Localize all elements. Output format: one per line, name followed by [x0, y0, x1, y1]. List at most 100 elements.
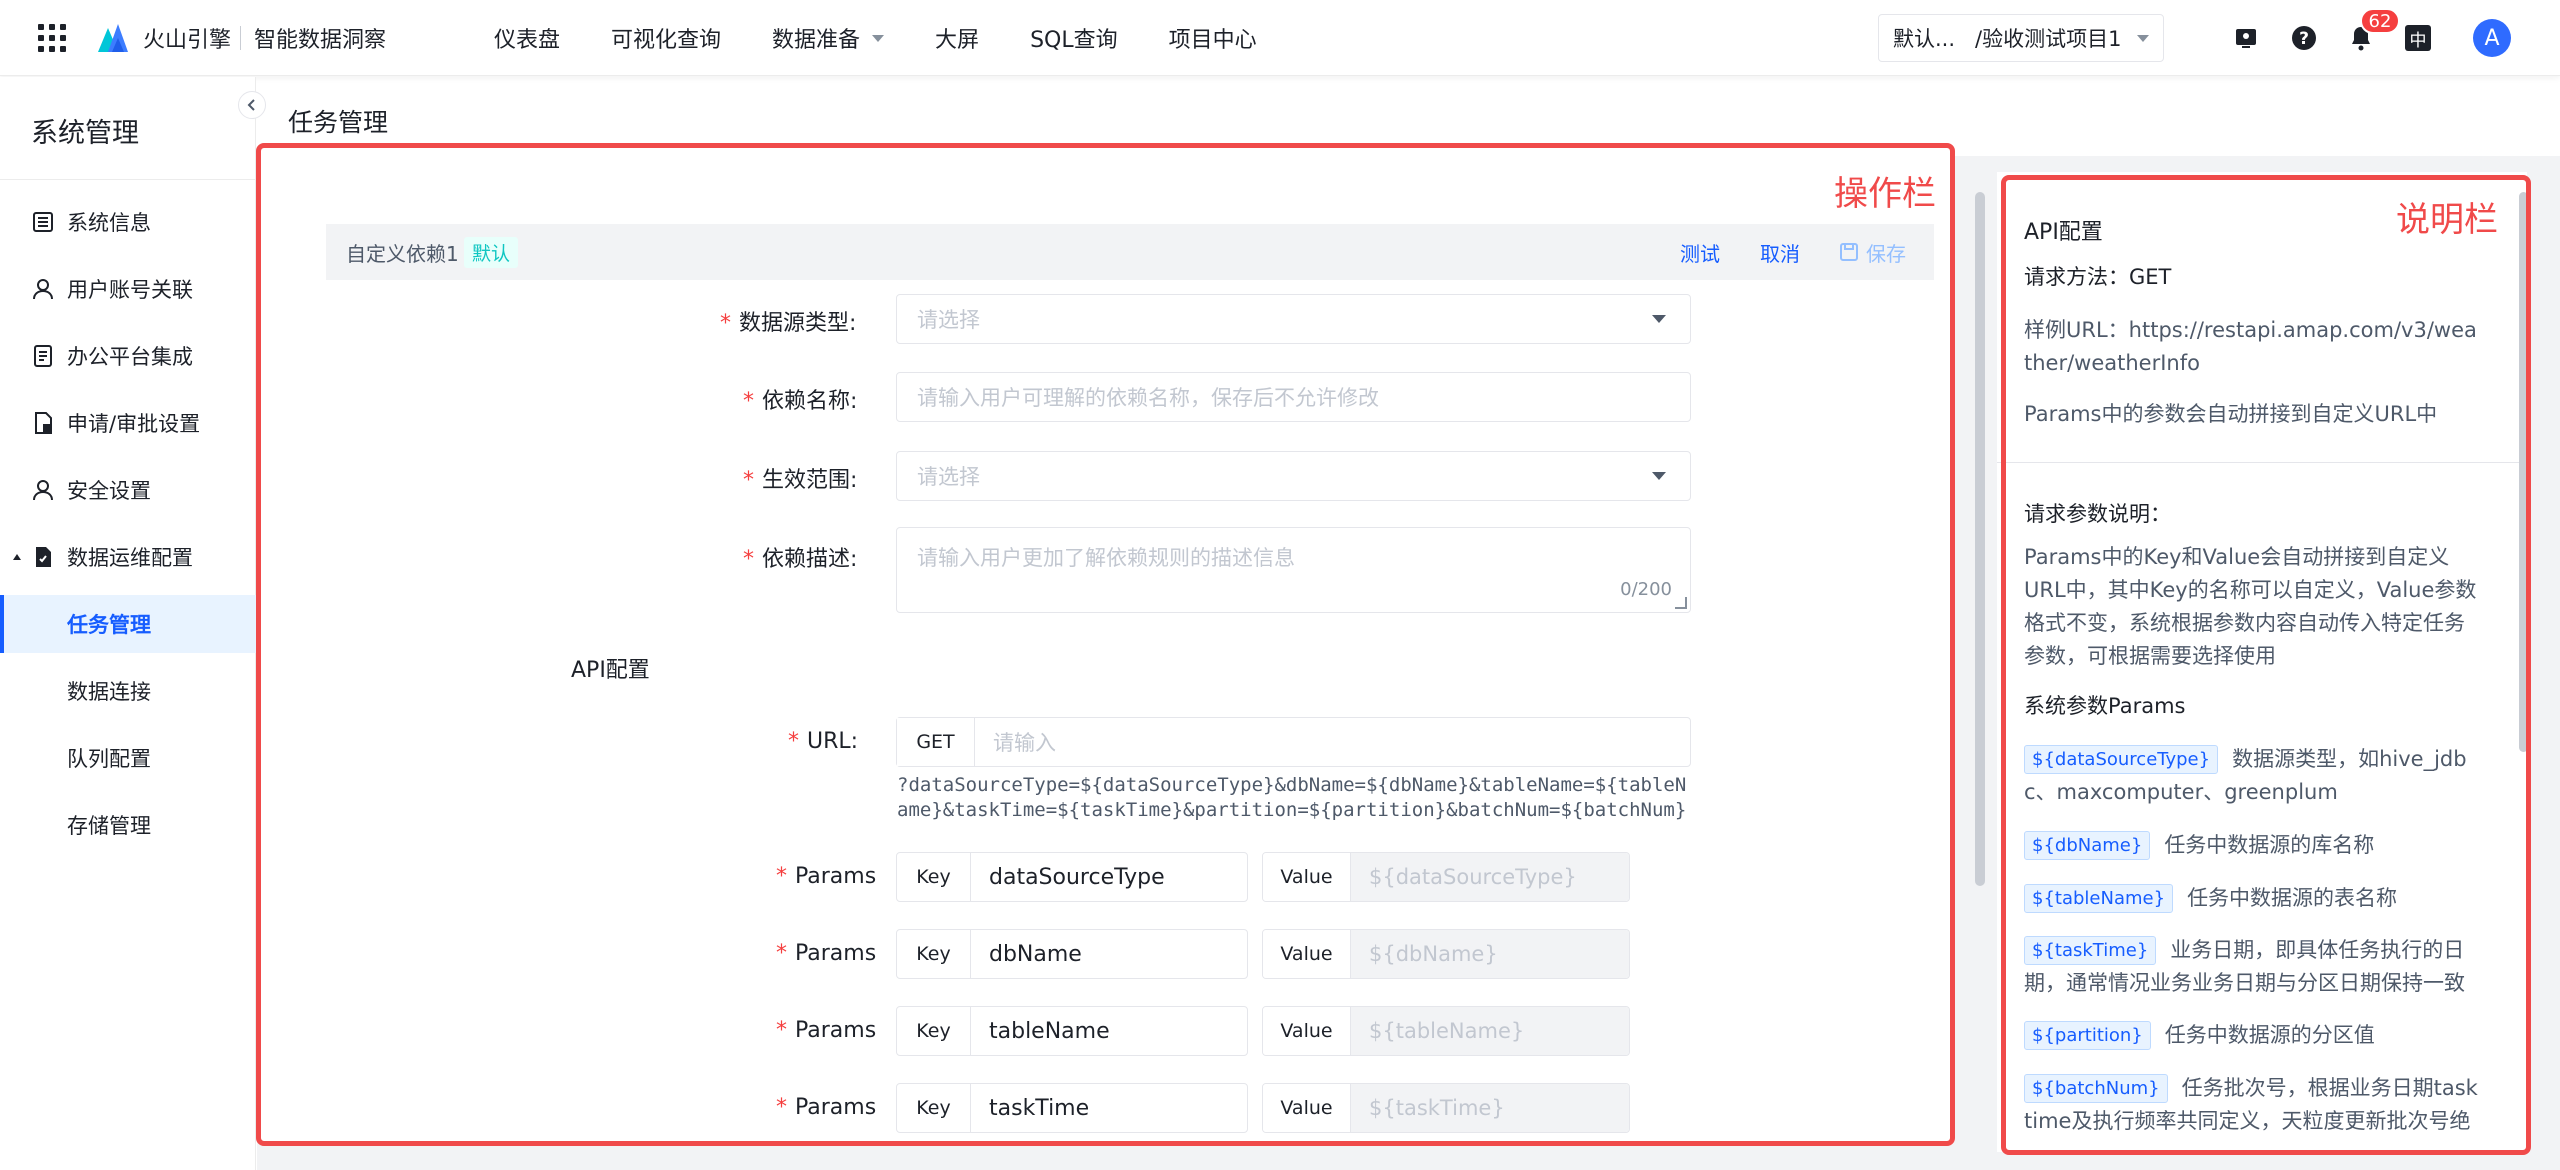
- http-method[interactable]: GET: [897, 718, 975, 766]
- char-counter: 0/200: [1620, 579, 1672, 600]
- url-param-hint: ?dataSourceType=${dataSourceType}&dbName…: [897, 774, 1687, 821]
- param-key-input[interactable]: dbName: [971, 930, 1247, 978]
- param-value-field: Value ${taskTime}: [1262, 1083, 1630, 1133]
- file-settings-icon: [31, 545, 55, 569]
- sidebar-item-office-integration[interactable]: 办公平台集成: [0, 327, 256, 385]
- param-key-input[interactable]: taskTime: [971, 1084, 1247, 1132]
- dependency-name-input[interactable]: 请输入用户可理解的依赖名称，保存后不允许修改: [896, 372, 1691, 422]
- triangle-expand-icon: [13, 554, 21, 560]
- sidebar-item-approval-settings[interactable]: 申请/审批设置: [0, 394, 256, 452]
- main-nav: 仪表盘 可视化查询 数据准备 大屏 SQL查询 项目中心: [494, 22, 1308, 54]
- help-divider: [1997, 462, 2519, 463]
- param-key-input[interactable]: tableName: [971, 1007, 1247, 1055]
- language-switch[interactable]: 中: [2405, 25, 2431, 51]
- form-scrollbar[interactable]: [1975, 192, 1985, 886]
- save-button[interactable]: 保存: [1840, 238, 1906, 267]
- avatar[interactable]: A: [2473, 19, 2511, 57]
- sys-param-item: ${taskTime} 业务日期，即具体任务执行的日期，通常情况业务业务日期与分区…: [2024, 934, 2480, 1000]
- sidebar-item-storage[interactable]: 存储管理: [0, 796, 256, 854]
- test-button[interactable]: 测试: [1680, 238, 1720, 267]
- nav-project-center[interactable]: 项目中心: [1169, 22, 1257, 54]
- chevron-down-icon: [2137, 34, 2149, 42]
- sidebar-divider: [0, 179, 256, 180]
- sidebar-item-label: 系统信息: [67, 211, 151, 235]
- scope-select[interactable]: 请选择: [896, 451, 1691, 501]
- operation-annotation-label: 操作栏: [1834, 174, 1936, 214]
- chevron-down-icon: [872, 34, 885, 42]
- param-key-field: Key taskTime: [896, 1083, 1248, 1133]
- datasource-type-select[interactable]: 请选择: [896, 294, 1691, 344]
- param-value-input: ${dbName}: [1351, 930, 1629, 978]
- project-selector[interactable]: 默认... /验收测试项目1: [1878, 14, 2164, 62]
- sidebar: 系统管理 系统信息 用户账号关联 办公平台集成 申请/审批设置 安全设置 数据运…: [0, 77, 256, 1170]
- nav-big-screen[interactable]: 大屏: [935, 22, 979, 54]
- api-config-section-title: API配置: [571, 658, 650, 683]
- app-grid-icon[interactable]: [38, 24, 66, 52]
- notification-badge: 62: [2360, 8, 2400, 34]
- key-label: Key: [897, 930, 971, 978]
- project-selector-label: 默认... /验收测试项目1: [1893, 27, 2122, 51]
- url-input[interactable]: 请输入: [975, 718, 1690, 766]
- sidebar-item-label: 队列配置: [67, 747, 151, 771]
- sidebar-item-security[interactable]: 安全设置: [0, 461, 256, 519]
- description-annotation-label: 说明栏: [2396, 200, 2498, 240]
- value-label: Value: [1263, 930, 1351, 978]
- cancel-button[interactable]: 取消: [1760, 238, 1800, 267]
- user-shield-icon: [31, 478, 55, 502]
- nav-dashboard[interactable]: 仪表盘: [494, 22, 560, 54]
- input-placeholder: 请输入用户可理解的依赖名称，保存后不允许修改: [917, 386, 1379, 410]
- value-label: Value: [1263, 853, 1351, 901]
- nav-sql-query[interactable]: SQL查询: [1030, 22, 1118, 54]
- sidebar-item-data-connection[interactable]: 数据连接: [0, 662, 256, 720]
- screen-icon[interactable]: [2232, 24, 2260, 52]
- resize-handle-icon[interactable]: [1675, 597, 1687, 609]
- document-icon: [31, 344, 55, 368]
- param-tag: ${taskTime}: [2024, 936, 2157, 965]
- help-params-note: Params中的参数会自动拼接到自定义URL中: [2024, 402, 2438, 426]
- input-placeholder: 请输入: [993, 731, 1056, 755]
- param-desc: 任务中数据源的表名称: [2187, 886, 2398, 910]
- product-name: 智能数据洞察: [254, 28, 387, 53]
- dependency-name-label: * 依赖名称:: [743, 389, 858, 414]
- sidebar-item-system-info[interactable]: 系统信息: [0, 193, 256, 251]
- sys-param-item: ${tableName} 任务中数据源的表名称: [2024, 882, 2480, 915]
- collapse-sidebar-button[interactable]: [238, 91, 266, 119]
- chevron-down-icon: [1652, 472, 1666, 480]
- sys-param-item: ${dbName} 任务中数据源的库名称: [2024, 829, 2480, 862]
- top-bar: 火山引擎 智能数据洞察 仪表盘 可视化查询 数据准备 大屏 SQL查询 项目中心…: [0, 0, 2560, 76]
- param-tag: ${tableName}: [2024, 884, 2174, 913]
- help-request-title: 请求参数说明：: [2024, 502, 2171, 526]
- help-request-desc: Params中的Key和Value会自动拼接到自定义URL中，其中Key的名称可…: [2024, 545, 2477, 668]
- select-placeholder: 请选择: [917, 308, 980, 332]
- dependency-header: 自定义依赖1 默认 测试 取消 保存: [326, 224, 1934, 280]
- brand-name: 火山引擎: [143, 28, 232, 53]
- param-key-field: Key tableName: [896, 1006, 1248, 1056]
- nav-data-prep[interactable]: 数据准备: [772, 22, 885, 54]
- user-icon: [31, 277, 55, 301]
- nav-visual-query[interactable]: 可视化查询: [611, 22, 721, 54]
- sidebar-item-data-ops[interactable]: 数据运维配置: [0, 528, 256, 586]
- param-key-input[interactable]: dataSourceType: [971, 853, 1247, 901]
- param-key-field: Key dbName: [896, 929, 1248, 979]
- sys-param-item: ${dataSourceType} 数据源类型，如hive_jdbc、maxcom…: [2024, 743, 2480, 809]
- datasource-type-label: * 数据源类型:: [720, 311, 857, 336]
- dependency-desc-textarea[interactable]: 请输入用户更加了解依赖规则的描述信息 0/200: [896, 527, 1691, 613]
- help-sample-url: 样例URL：https://restapi.amap.com/v3/weathe…: [2024, 318, 2477, 375]
- dependency-desc-label: * 依赖描述:: [743, 547, 858, 572]
- help-icon[interactable]: ?: [2290, 24, 2318, 52]
- sidebar-item-label: 存储管理: [67, 814, 151, 838]
- textarea-placeholder: 请输入用户更加了解依赖规则的描述信息: [917, 546, 1295, 570]
- url-label: * URL:: [788, 729, 859, 754]
- sidebar-item-label: 数据连接: [67, 680, 151, 704]
- param-value-input: ${tableName}: [1351, 1007, 1629, 1055]
- param-value-field: Value ${tableName}: [1262, 1006, 1630, 1056]
- url-field: GET 请输入: [896, 717, 1691, 767]
- sidebar-item-user-accounts[interactable]: 用户账号关联: [0, 260, 256, 318]
- param-desc: 任务中数据源的库名称: [2164, 833, 2375, 857]
- help-scrollbar[interactable]: [2519, 192, 2528, 752]
- sidebar-item-queue-config[interactable]: 队列配置: [0, 729, 256, 787]
- param-key-field: Key dataSourceType: [896, 852, 1248, 902]
- sidebar-item-label: 安全设置: [67, 479, 151, 503]
- sidebar-item-task-management[interactable]: 任务管理: [0, 595, 256, 653]
- param-value-field: Value ${dbName}: [1262, 929, 1630, 979]
